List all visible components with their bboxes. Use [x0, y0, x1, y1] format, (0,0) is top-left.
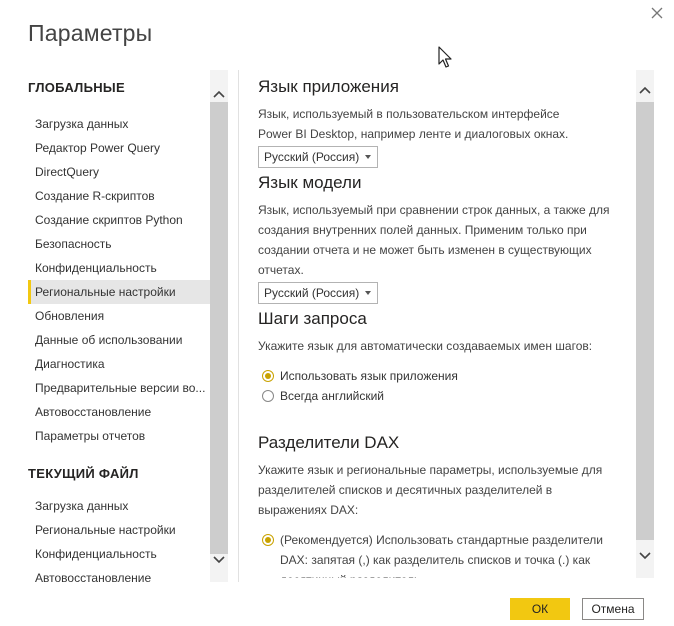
model-language-desc-3: создании отчета и не может быть изменен … [258, 243, 592, 257]
dax-option-line-1: (Рекомендуется) Использовать стандартные… [280, 533, 603, 547]
query-steps-desc: Укажите язык для автоматически создаваем… [258, 339, 593, 353]
dax-option-recommended[interactable]: (Рекомендуется) Использовать стандартные… [258, 530, 636, 578]
current-file-section-header: ТЕКУЩИЙ ФАЙЛ [28, 466, 139, 481]
nav-item-auto-recovery[interactable]: Автовосстановление [28, 400, 210, 424]
nav-item-power-query-editor[interactable]: Редактор Power Query [28, 136, 210, 160]
panel-divider [238, 70, 239, 582]
nav-item-file-privacy[interactable]: Конфиденциальность [28, 542, 210, 566]
app-language-value: Русский (Россия) [264, 150, 360, 164]
nav-item-r-scripting[interactable]: Создание R-скриптов [28, 184, 210, 208]
query-steps-option-app-language[interactable]: Использовать язык приложения [258, 366, 636, 386]
scroll-down-icon[interactable] [212, 552, 226, 566]
nav-item-report-settings[interactable]: Параметры отчетов [28, 424, 210, 448]
dax-option-line-2: DAX: запятая (,) как разделитель списков… [280, 553, 591, 567]
dax-option-line-3: десятичный разделитель. [280, 570, 603, 578]
dax-separators-title: Разделители DAX [258, 433, 400, 452]
nav-item-python-scripting[interactable]: Создание скриптов Python [28, 208, 210, 232]
content-scroll-thumb[interactable] [636, 102, 654, 540]
sidebar-scroll-thumb[interactable] [210, 102, 228, 554]
nav-item-diagnostics[interactable]: Диагностика [28, 352, 210, 376]
nav-item-data-load[interactable]: Загрузка данных [28, 112, 210, 136]
content-scrollbar[interactable] [636, 70, 654, 578]
app-language-title: Язык приложения [258, 77, 399, 96]
scroll-up-icon[interactable] [638, 84, 652, 98]
mouse-cursor-icon [438, 46, 452, 68]
close-icon[interactable] [648, 4, 666, 22]
app-language-desc-2: Power BI Desktop, например ленте и диало… [258, 127, 569, 141]
model-language-desc-2: создания внутренних полей данных. Примен… [258, 223, 587, 237]
scroll-down-icon[interactable] [638, 548, 652, 562]
settings-nav: ГЛОБАЛЬНЫЕ Загрузка данных Редактор Powe… [28, 70, 228, 582]
scroll-up-icon[interactable] [212, 88, 226, 102]
nav-item-file-regional-settings[interactable]: Региональные настройки [28, 518, 210, 542]
app-language-desc-1: Язык, используемый в пользовательском ин… [258, 107, 560, 121]
nav-item-file-data-load[interactable]: Загрузка данных [28, 494, 210, 518]
sidebar-scrollbar[interactable] [210, 70, 228, 582]
cancel-button[interactable]: Отмена [582, 598, 644, 620]
dax-desc-2: разделителей списков и десятичных раздел… [258, 483, 553, 497]
dialog-title: Параметры [28, 20, 153, 46]
query-steps-option-label: Всегда английский [280, 389, 385, 403]
dax-desc-1: Укажите язык и региональные параметры, и… [258, 463, 603, 477]
model-language-dropdown[interactable]: Русский (Россия) [258, 282, 378, 304]
nav-item-privacy[interactable]: Конфиденциальность [28, 256, 210, 280]
query-steps-title: Шаги запроса [258, 309, 367, 328]
chevron-down-icon [365, 291, 371, 295]
radio-unselected-icon[interactable] [262, 390, 274, 402]
model-language-title: Язык модели [258, 173, 362, 192]
query-steps-option-label: Использовать язык приложения [280, 369, 458, 383]
nav-item-usage-data[interactable]: Данные об использовании [28, 328, 210, 352]
radio-selected-icon[interactable] [262, 370, 274, 382]
global-section-header: ГЛОБАЛЬНЫЕ [28, 80, 125, 95]
nav-item-updates[interactable]: Обновления [28, 304, 210, 328]
model-language-value: Русский (Россия) [264, 286, 360, 300]
model-language-desc-4: отчетах. [258, 263, 304, 277]
query-steps-option-english[interactable]: Всегда английский [258, 386, 636, 406]
nav-item-directquery[interactable]: DirectQuery [28, 160, 210, 184]
settings-content: Язык приложения Язык, используемый в пол… [258, 70, 636, 578]
app-language-dropdown[interactable]: Русский (Россия) [258, 146, 378, 168]
nav-item-regional-settings[interactable]: Региональные настройки [28, 280, 210, 304]
nav-item-preview-features[interactable]: Предварительные версии во... [28, 376, 210, 400]
model-language-desc-1: Язык, используемый при сравнении строк д… [258, 203, 610, 217]
dax-desc-3: выражениях DAX: [258, 503, 359, 517]
chevron-down-icon [365, 155, 371, 159]
ok-button[interactable]: ОК [510, 598, 570, 620]
nav-item-security[interactable]: Безопасность [28, 232, 210, 256]
nav-item-file-auto-recovery[interactable]: Автовосстановление [28, 566, 210, 582]
radio-selected-icon[interactable] [262, 534, 274, 546]
